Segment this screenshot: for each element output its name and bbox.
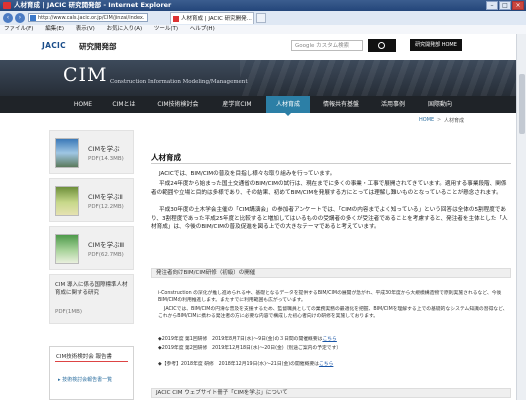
intro-paragraph-2: 平成24年度から始まった国土交通省のBIM/CIMの試行は、現在までに多くの事業… — [151, 181, 507, 196]
sidebar-card-cim2[interactable]: CIMを学ぶⅡ PDF(12.2MB) — [49, 178, 134, 222]
search-input[interactable]: Google カスタム検索 — [291, 40, 363, 51]
nav-item-academia[interactable]: 産学官CIM — [212, 96, 262, 113]
sidebar-card-cim3[interactable]: CIMを学ぶⅢ PDF(62.7MB) — [49, 226, 134, 270]
menu-help[interactable]: ヘルプ(H) — [190, 26, 215, 32]
dept-home-button[interactable]: 研究開発部 HOME — [410, 39, 462, 51]
card-title: CIMを学ぶ — [88, 145, 120, 153]
report-list-link[interactable]: ▸ 技術検討会報告書一覧 — [58, 376, 112, 383]
card-pdf-link[interactable]: PDF(62.7MB) — [88, 252, 124, 258]
scrollbar-thumb[interactable] — [519, 74, 525, 134]
section-header-booklet: JACIC CIM ウェブサイト冊子「CIMを学ぶ」について — [151, 388, 511, 398]
event-text: ◆【参考】2018年度 研修 2018年12月19日(水)〜21日(金)の開催概… — [158, 362, 319, 367]
new-tab-button[interactable] — [256, 13, 266, 23]
intro-paragraph-3: 平成30年度の土木学会主催の「CIM講演会」の参加者アンケートでは、「CIMの内… — [151, 207, 508, 230]
breadcrumb-current: 人材育成 — [444, 118, 465, 124]
card-pdf-link[interactable]: PDF(1MB) — [55, 309, 82, 315]
breadcrumb-home[interactable]: HOME — [419, 117, 434, 123]
menu-favorites[interactable]: お気に入り(A) — [107, 26, 143, 32]
back-icon[interactable]: ‹ — [3, 13, 13, 23]
tab-favicon-icon — [173, 16, 179, 22]
menu-file[interactable]: ファイル(F) — [4, 26, 33, 32]
maximize-button[interactable]: □ — [499, 1, 511, 10]
sidebar-card-cim1[interactable]: CIMを学ぶ PDF(14.3MB) — [49, 130, 134, 174]
nav-item-home[interactable]: HOME — [66, 96, 100, 113]
card-title: CIM 導入に係る国際標準人材育成に関する研究 — [55, 282, 128, 296]
card-pdf-link[interactable]: PDF(12.2MB) — [88, 204, 124, 210]
browser-tab-active[interactable]: 人材育成 | JACIC 研究開発... — [170, 12, 254, 24]
card-title: CIMを学ぶⅢ — [88, 241, 125, 249]
sidebar-card-intl-research[interactable]: CIM 導入に係る国際標準人材育成に関する研究 PDF(1MB) — [49, 274, 134, 324]
hero-subtitle: Construction Information Modeling/Manage… — [110, 79, 248, 85]
close-window-button[interactable]: × — [512, 1, 524, 10]
nav-item-info-sharing[interactable]: 情報共有基盤 — [314, 96, 368, 113]
search-button[interactable] — [368, 39, 396, 52]
report-box-divider — [55, 361, 128, 362]
intro-paragraph-1: JACICでは、BIM/CIMの普及を目指し様々な取り組みを行っています。 — [159, 171, 336, 177]
page-scrollbar[interactable] — [516, 34, 526, 400]
nav-item-training[interactable]: 人材育成 — [266, 96, 310, 116]
title-divider — [151, 163, 511, 164]
event-item-1: ◆2019年度 第1回研修 2019年8月7日(水)〜9日(金)の３日間の開催概… — [158, 336, 510, 343]
browser-title-bar: 人材育成 | JACIC 研究開発部 - Internet Explorer –… — [0, 0, 526, 11]
event-text: ◆2019年度 第1回研修 2019年8月7日(水)〜9日(金)の３日間の開催概… — [158, 337, 323, 342]
event-item-3: ◆【参考】2018年度 研修 2018年12月19日(水)〜21日(金)の開催概… — [158, 361, 510, 368]
report-box-title: CIM技術検討会 報告書 — [56, 354, 112, 360]
forward-icon[interactable]: › — [15, 13, 25, 23]
section-header-training: 発注者向けBIM/CIM研修（初級）の開催 — [151, 268, 511, 278]
event-text: ◆2019年度 第2回研修 2019年12月18日(水)〜20日(金)（別途ご案… — [158, 346, 342, 351]
book-cover-image — [55, 138, 79, 168]
dept-title: 研究開発部 — [79, 42, 117, 51]
nav-item-international[interactable]: 国際動向 — [418, 96, 462, 113]
page-favicon-icon — [3, 2, 11, 9]
event-item-2: ◆2019年度 第2回研修 2019年12月18日(水)〜20日(金)（別途ご案… — [158, 345, 510, 352]
nav-item-cim[interactable]: CIMとは — [104, 96, 144, 113]
tab-label: 人材育成 | JACIC 研究開発... — [181, 16, 252, 22]
event-link[interactable]: こちら — [322, 337, 336, 342]
nav-item-cases[interactable]: 活用事例 — [372, 96, 414, 113]
breadcrumb-sep: > — [437, 117, 442, 123]
sidebar-report-box: CIM技術検討会 報告書 ▸ 技術検討会報告書一覧 — [49, 346, 134, 400]
card-pdf-link[interactable]: PDF(14.3MB) — [88, 156, 124, 162]
menu-view[interactable]: 表示(V) — [76, 26, 95, 32]
page-icon — [30, 15, 36, 21]
report-list-label: 技術検討会報告書一覧 — [62, 377, 113, 383]
training-note-2: JACICでは、BIM/CIMの円滑な普及を支援するため、監督職員としての業務実… — [158, 307, 508, 319]
minimize-button[interactable]: – — [486, 1, 498, 10]
nav-item-committee[interactable]: CIM技術検討会 — [148, 96, 208, 113]
card-title: CIMを学ぶⅡ — [88, 193, 123, 201]
address-bar[interactable]: http://www.cals.jacic.or.jp/CIM/jinzai/i… — [28, 13, 148, 22]
jacic-logo[interactable]: JACIC — [42, 41, 66, 50]
hero-title: CIM — [63, 64, 108, 86]
book-cover-image — [55, 234, 79, 264]
address-text: http://www.cals.jacic.or.jp/CIM/jinzai/i… — [38, 15, 145, 21]
book-cover-image — [55, 186, 79, 216]
browser-title: 人材育成 | JACIC 研究開発部 - Internet Explorer — [14, 1, 172, 9]
browser-nav-bar: ‹ › http://www.cals.jacic.or.jp/CIM/jinz… — [0, 11, 526, 26]
menu-tools[interactable]: ツール(T) — [154, 26, 178, 32]
event-link[interactable]: こちら — [319, 362, 333, 367]
training-note-1: i-Construction の深化が推し進められる中、基礎となるデータを提供す… — [158, 291, 502, 303]
page-title: 人材育成 — [151, 153, 181, 162]
menu-edit[interactable]: 編集(E) — [45, 26, 64, 32]
